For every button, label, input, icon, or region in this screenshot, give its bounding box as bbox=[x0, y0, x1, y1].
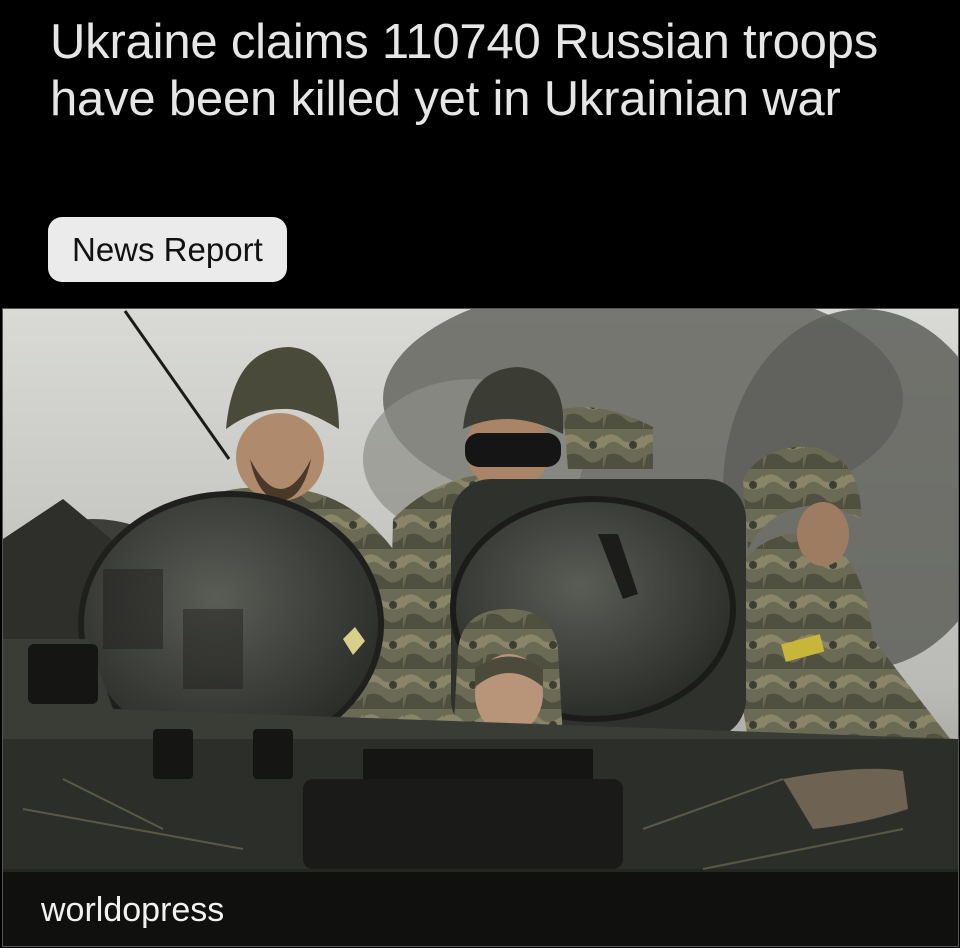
post-header: Ukraine claims 110740 Russian troops hav… bbox=[0, 0, 960, 306]
headline[interactable]: Ukraine claims 110740 Russian troops hav… bbox=[50, 14, 910, 128]
photo-illustration bbox=[3, 309, 958, 946]
news-report-tag[interactable]: News Report bbox=[48, 217, 287, 282]
news-photo[interactable]: worldopress bbox=[2, 308, 959, 947]
caption-bar: worldopress bbox=[3, 872, 958, 946]
source-label[interactable]: worldopress bbox=[41, 890, 224, 930]
